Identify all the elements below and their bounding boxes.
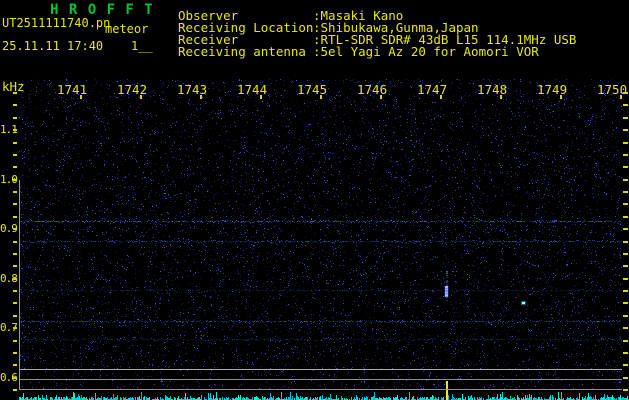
- plot-left-border: [19, 180, 20, 390]
- observation-mode-label: meteor: [105, 22, 149, 36]
- x-axis-label: 1745: [297, 82, 328, 97]
- timestamp: 25.11.11 17:40: [2, 39, 104, 53]
- y-axis-tick-left: [13, 104, 17, 106]
- page-counter: 1__: [131, 39, 153, 53]
- x-axis-label: 1748: [477, 82, 508, 97]
- y-axis-tick-left: [13, 241, 17, 243]
- y-axis-tick-left: [13, 166, 17, 168]
- y-axis-tick-right: [623, 364, 628, 366]
- y-axis-tick-right: [623, 228, 628, 230]
- y-axis-tick-right: [623, 340, 628, 342]
- y-axis-tick-right: [623, 104, 628, 106]
- y-axis-tick-right: [623, 142, 628, 144]
- plot-border-line: [19, 369, 622, 370]
- y-axis-tick-left: [13, 278, 17, 280]
- y-axis-tick-left: [13, 290, 17, 292]
- spectrogram-canvas: [19, 79, 622, 390]
- y-axis-tick-right: [623, 154, 628, 156]
- y-axis-tick-left: [13, 179, 17, 181]
- y-axis-tick-left: [13, 302, 17, 304]
- y-axis-tick-right: [623, 203, 628, 205]
- x-axis-tick: [380, 95, 382, 99]
- y-axis-tick-left: [13, 327, 17, 329]
- y-axis-tick-right: [623, 278, 628, 280]
- output-filename: UT2511111740.pn: [2, 16, 111, 30]
- x-axis-tick: [140, 95, 142, 99]
- y-axis-tick-right: [623, 241, 628, 243]
- noise-level-strip-canvas: [19, 391, 629, 400]
- y-axis-tick-left: [13, 315, 17, 317]
- y-axis-tick-left: [13, 364, 17, 366]
- y-axis-tick-left: [13, 377, 17, 379]
- y-axis-tick-right: [623, 327, 628, 329]
- metadata-label: Receiving antenna: [178, 44, 306, 59]
- plot-border-line: [19, 389, 622, 390]
- x-axis-tick: [200, 95, 202, 99]
- plot-border-line: [19, 379, 622, 380]
- y-axis-tick-left: [13, 117, 17, 119]
- y-axis-tick-right: [623, 352, 628, 354]
- y-axis-tick-right: [623, 290, 628, 292]
- hrofft-screen: H R O F F T UT2511111740.pn meteor 25.11…: [0, 0, 629, 400]
- y-axis-tick-right: [623, 166, 628, 168]
- y-axis-tick-right: [623, 302, 628, 304]
- y-axis-tick-left: [13, 228, 17, 230]
- y-axis-tick-right: [623, 117, 628, 119]
- x-axis-label: 1750: [597, 82, 628, 97]
- y-axis-tick-left: [13, 216, 17, 218]
- y-axis-tick-left: [13, 265, 17, 267]
- y-axis-tick-left: [13, 203, 17, 205]
- y-axis-tick-right: [623, 265, 628, 267]
- y-axis-tick-right: [623, 92, 628, 94]
- x-axis-label: 1747: [417, 82, 448, 97]
- y-axis-tick-left: [13, 340, 17, 342]
- x-axis-label: 1742: [117, 82, 148, 97]
- x-axis-label: 1746: [357, 82, 388, 97]
- x-axis-tick: [260, 95, 262, 99]
- x-axis-tick: [440, 95, 442, 99]
- y-axis-tick-right: [623, 129, 628, 131]
- y-axis-tick-left: [13, 154, 17, 156]
- x-axis-label: 1744: [237, 82, 268, 97]
- y-axis-tick-right: [623, 191, 628, 193]
- meteor-spike-marker: [446, 381, 448, 400]
- x-axis-tick: [320, 95, 322, 99]
- y-axis-tick-left: [13, 253, 17, 255]
- y-axis-tick-left: [13, 352, 17, 354]
- y-axis-tick-right: [623, 315, 628, 317]
- x-axis-tick: [500, 95, 502, 99]
- y-axis-tick-right: [623, 377, 628, 379]
- x-axis-tick: [620, 95, 622, 99]
- x-axis-tick: [560, 95, 562, 99]
- y-axis-tick-right: [623, 216, 628, 218]
- y-axis-tick-right: [623, 253, 628, 255]
- y-axis-tick-left: [13, 389, 17, 391]
- y-axis-tick-left: [13, 142, 17, 144]
- metadata-value: :5el Yagi Az 20 for Aomori VOR: [313, 44, 539, 59]
- y-axis-tick-left: [13, 129, 17, 131]
- y-axis-tick-left: [13, 191, 17, 193]
- y-axis-tick-right: [623, 389, 628, 391]
- y-axis-tick-left: [13, 92, 17, 94]
- y-axis-tick-right: [623, 179, 628, 181]
- x-axis-label: 1741: [57, 82, 88, 97]
- x-axis-label: 1749: [537, 82, 568, 97]
- x-axis-tick: [80, 95, 82, 99]
- x-axis-label: 1743: [177, 82, 208, 97]
